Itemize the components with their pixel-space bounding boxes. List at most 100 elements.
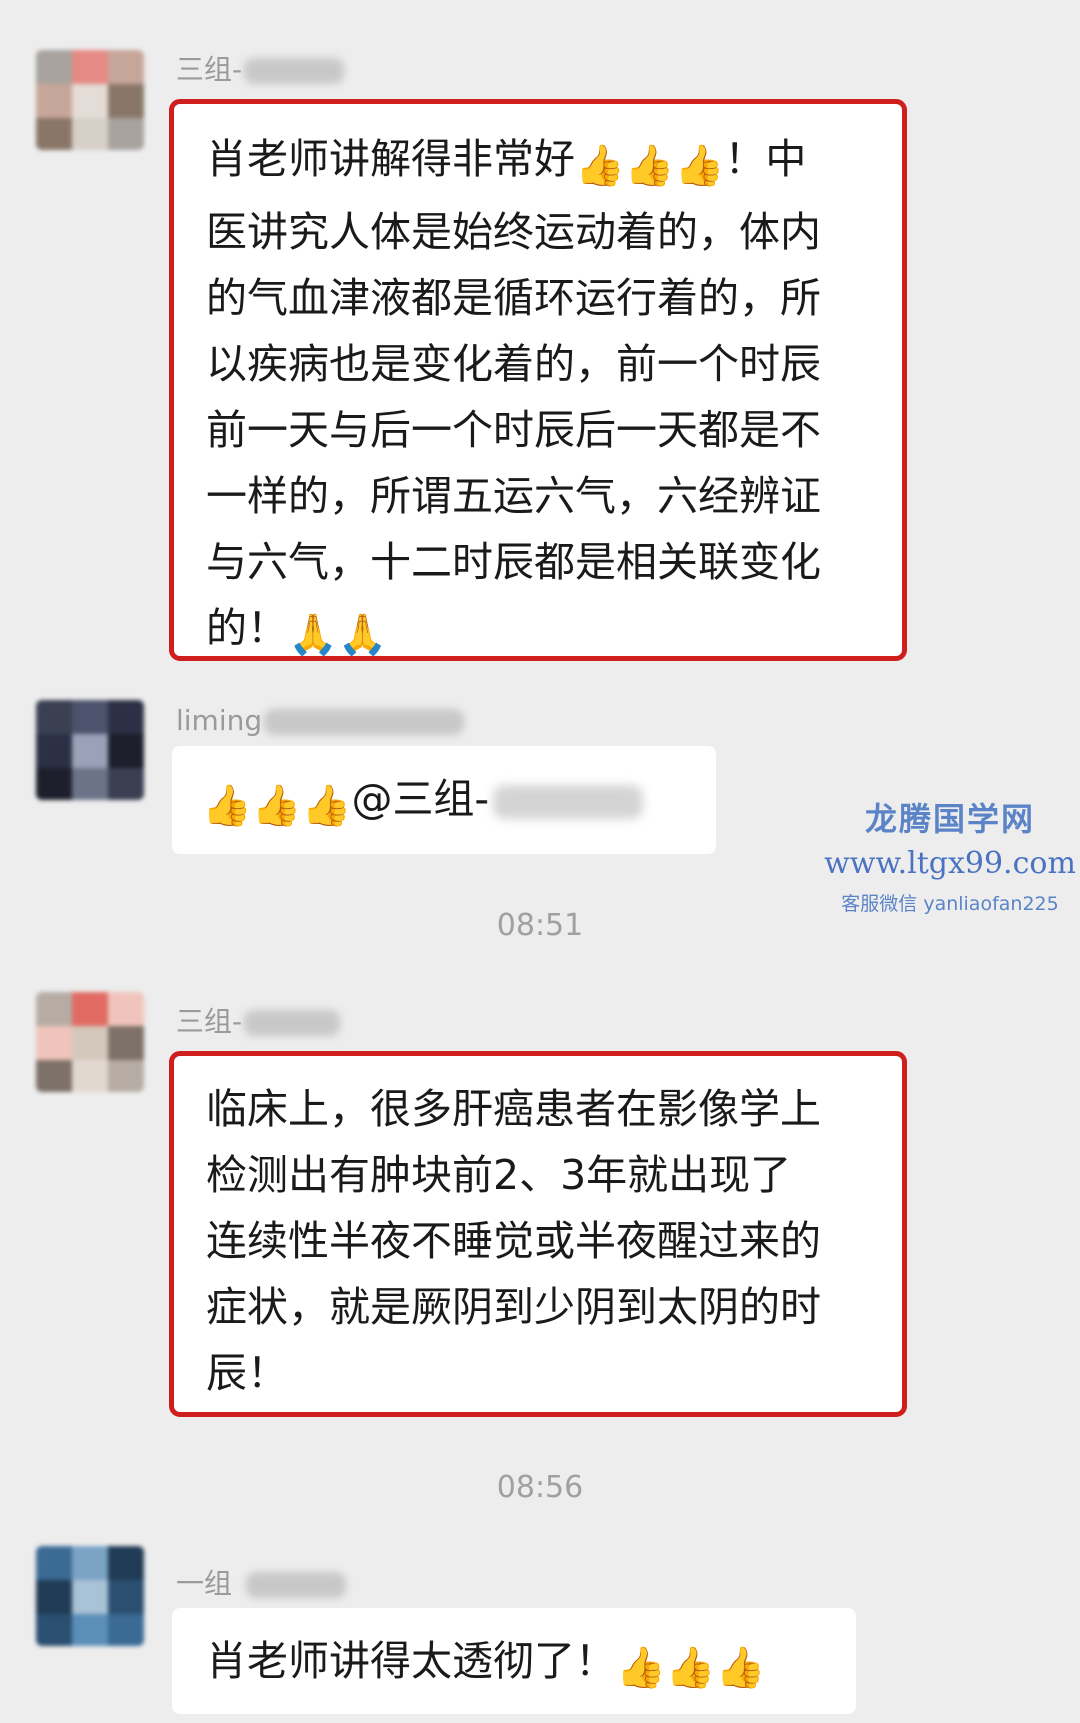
avatar-pixel [108, 734, 144, 768]
message-text-run: 肖老师讲解得非常好 [206, 135, 575, 183]
message-text-run: 辰！ [206, 1349, 288, 1397]
avatar-pixel [108, 1026, 144, 1060]
message-text: 👍👍👍@三组- [202, 766, 692, 839]
avatar-pixel [108, 768, 144, 800]
message-line: 以疾病也是变化着的，前一个时辰 [206, 331, 878, 397]
praying-hands-icon: 🙏 [288, 612, 338, 658]
message-bubble[interactable]: 肖老师讲得太透彻了！👍👍👍 [172, 1608, 856, 1714]
thumbs-up-icon: 👍 [575, 143, 625, 189]
avatar-pixel [108, 1580, 144, 1614]
watermark-title: 龙腾国学网 [864, 800, 1035, 838]
message-line: 辰！ [206, 1340, 878, 1406]
avatar[interactable] [36, 700, 144, 800]
thumbs-up-icon: 👍 [301, 783, 352, 829]
avatar-pixel [36, 1060, 72, 1092]
message-text-run: 肖老师讲得太透彻了！ [206, 1637, 616, 1685]
message-text-run: 医讲究人体是始终运动着的，体内 [206, 208, 821, 256]
avatar-pixel [72, 1580, 108, 1614]
avatar-pixel [72, 1614, 108, 1646]
avatar-pixel [36, 734, 72, 768]
avatar-pixel [72, 84, 108, 118]
timestamp: 08:56 [496, 1470, 584, 1505]
message-line: 前一天与后一个时辰后一天都是不 [206, 397, 878, 463]
watermark: 龙腾国学网 www.ltgx99.com 客服微信 yanliaofan225 [820, 794, 1080, 916]
avatar-pixel [108, 50, 144, 84]
avatar-pixel [36, 700, 72, 734]
avatar-pixel [72, 1060, 108, 1092]
message-line: 与六气，十二时辰都是相关联变化 [206, 529, 878, 595]
praying-hands-icon: 🙏 [337, 612, 388, 658]
message-text-run: @三组- [351, 775, 490, 823]
thumbs-up-icon: 👍 [674, 143, 725, 189]
avatar-pixel [36, 992, 72, 1026]
message-text-run: 的！ [206, 604, 288, 652]
message-text-run: 临床上，很多肝癌患者在影像学上 [206, 1085, 821, 1133]
sender-name: liming [176, 704, 465, 737]
message-line: 临床上，很多肝癌患者在影像学上 [206, 1076, 878, 1142]
avatar-pixel [36, 118, 72, 150]
avatar-pixel [72, 1546, 108, 1580]
message-bubble[interactable]: 👍👍👍@三组- [172, 746, 716, 854]
message-line: 一样的，所谓五运六气，六经辨证 [206, 463, 878, 529]
avatar[interactable] [36, 1546, 144, 1646]
message-text-run: 与六气，十二时辰都是相关联变化 [206, 538, 821, 586]
sender-name-text: 三组- [176, 1005, 243, 1038]
avatar-pixel [72, 50, 108, 84]
message-line: 症状，就是厥阴到少阴到太阴的时 [206, 1274, 878, 1340]
message-line: 检测出有肿块前2、3年就出现了 [206, 1142, 878, 1208]
message-line: 医讲究人体是始终运动着的，体内 [206, 199, 878, 265]
avatar-pixel [108, 992, 144, 1026]
message-text-run: 检测出有肿块前2、3年就出现了 [206, 1151, 792, 1199]
message-text: 临床上，很多肝癌患者在影像学上 检测出有肿块前2、3年就出现了 连续性半夜不睡觉或半… [206, 1076, 878, 1406]
sender-name-text: 一组 [176, 1567, 233, 1600]
avatar-pixel [36, 50, 72, 84]
message-text-run: 的气血津液都是循环运行着的，所 [206, 274, 821, 322]
message-line: 👍👍👍@三组- [202, 766, 692, 839]
message-text-run: ！中 [724, 135, 807, 183]
blurred-mention [493, 785, 644, 819]
avatar-pixel [72, 118, 108, 150]
avatar-pixel [108, 1614, 144, 1646]
avatar-pixel [36, 1026, 72, 1060]
message-bubble[interactable]: 肖老师讲解得非常好👍👍👍！中 医讲究人体是始终运动着的，体内 的气血津液都是循环运行… [169, 99, 907, 661]
message-line: 肖老师讲得太透彻了！👍👍👍 [206, 1628, 832, 1701]
message-text-run: 连续性半夜不睡觉或半夜醒过来的 [206, 1217, 821, 1265]
avatar-pixel [72, 700, 108, 734]
thumbs-up-icon: 👍 [251, 783, 302, 829]
avatar[interactable] [36, 50, 144, 150]
message-text: 肖老师讲解得非常好👍👍👍！中 医讲究人体是始终运动着的，体内 的气血津液都是循环运行… [206, 126, 878, 668]
avatar-pixel [36, 1580, 72, 1614]
thumbs-up-icon: 👍 [616, 1645, 666, 1691]
message-line: 的！🙏🙏 [206, 595, 878, 668]
avatar-pixel [72, 768, 108, 800]
sender-name-text: 三组- [176, 53, 243, 86]
avatar-pixel [36, 84, 72, 118]
watermark-url: www.ltgx99.com [824, 846, 1076, 881]
message-text-run: 以疾病也是变化着的，前一个时辰 [206, 340, 821, 388]
message-line: 肖老师讲解得非常好👍👍👍！中 [206, 126, 878, 199]
avatar-pixel [108, 118, 144, 150]
avatar[interactable] [36, 992, 144, 1092]
avatar-pixel [108, 1060, 144, 1092]
sender-name: 三组- [176, 1000, 341, 1040]
avatar-pixel [72, 992, 108, 1026]
message-bubble[interactable]: 临床上，很多肝癌患者在影像学上 检测出有肿块前2、3年就出现了 连续性半夜不睡觉或半… [169, 1051, 907, 1417]
message-text: 肖老师讲得太透彻了！👍👍👍 [206, 1628, 832, 1701]
avatar-pixel [36, 1614, 72, 1646]
avatar-pixel [36, 768, 72, 800]
message-line: 连续性半夜不睡觉或半夜醒过来的 [206, 1208, 878, 1274]
sender-name-text: liming [176, 704, 263, 737]
blurred-name [244, 1010, 341, 1036]
sender-name: 一组 [176, 1562, 347, 1602]
blurred-name [244, 58, 345, 84]
message-text-run: 前一天与后一个时辰后一天都是不 [206, 406, 821, 454]
avatar-pixel [72, 734, 108, 768]
sender-name: 三组- [176, 48, 345, 88]
blurred-name [264, 709, 465, 735]
thumbs-up-icon: 👍 [715, 1645, 766, 1691]
thumbs-up-icon: 👍 [624, 143, 675, 189]
avatar-pixel [72, 1026, 108, 1060]
avatar-pixel [108, 1546, 144, 1580]
message-line: 的气血津液都是循环运行着的，所 [206, 265, 878, 331]
message-text-run: 一样的，所谓五运六气，六经辨证 [206, 472, 821, 520]
